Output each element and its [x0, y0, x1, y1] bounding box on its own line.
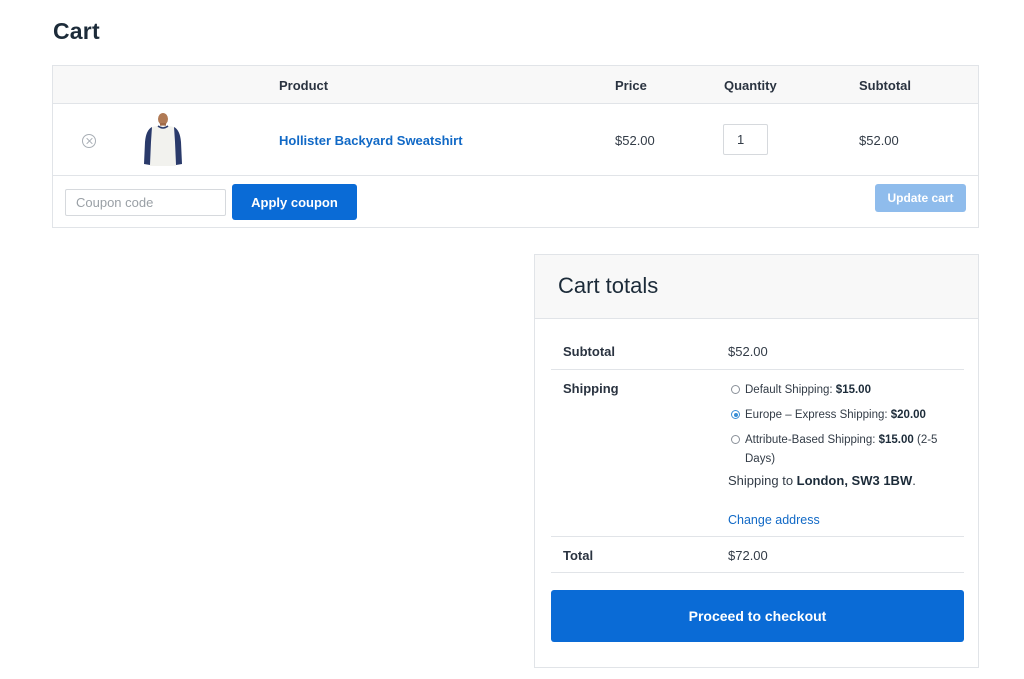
- shipping-location: London, SW3 1BW: [796, 473, 913, 488]
- header-price: Price: [615, 78, 647, 93]
- quantity-input[interactable]: [723, 124, 768, 155]
- update-cart-button[interactable]: Update cart: [875, 184, 966, 212]
- shipping-option-europe-express[interactable]: Europe – Express Shipping: $20.00: [731, 406, 926, 425]
- shipping-option-price: $15.00: [835, 384, 871, 396]
- cart-totals-header: Cart totals: [535, 255, 978, 319]
- cart-actions: Apply coupon Update cart: [53, 176, 978, 228]
- shipping-option-price: $15.00: [878, 434, 914, 446]
- shipping-option-default[interactable]: Default Shipping: $15.00: [731, 381, 871, 400]
- divider: [551, 369, 964, 370]
- divider: [551, 536, 964, 537]
- remove-item-icon[interactable]: [82, 134, 96, 148]
- change-address-link[interactable]: Change address: [728, 513, 820, 527]
- shipping-option-attribute-based[interactable]: Attribute-Based Shipping: $15.00 (2-5 Da…: [731, 431, 941, 469]
- product-price: $52.00: [615, 133, 655, 148]
- radio-default-shipping[interactable]: [731, 385, 740, 394]
- cart-table: Product Price Quantity Subtotal Holliste…: [52, 65, 979, 228]
- coupon-code-input[interactable]: [65, 189, 226, 216]
- cart-totals-panel: Cart totals Subtotal $52.00 Shipping Def…: [534, 254, 979, 668]
- product-link[interactable]: Hollister Backyard Sweatshirt: [279, 133, 463, 148]
- radio-attribute-based-shipping[interactable]: [731, 435, 740, 444]
- apply-coupon-button[interactable]: Apply coupon: [232, 184, 357, 220]
- shipping-label: Shipping: [563, 381, 619, 396]
- shipping-option-label: Default Shipping:: [745, 384, 836, 396]
- shipping-option-label: Attribute-Based Shipping:: [745, 434, 879, 446]
- shipping-destination: Shipping to London, SW3 1BW.: [728, 473, 916, 488]
- header-product: Product: [279, 78, 329, 93]
- shipping-option-price: $20.00: [890, 409, 926, 421]
- header-subtotal: Subtotal: [859, 78, 911, 93]
- shipping-to-suffix: .: [912, 473, 916, 488]
- divider: [551, 572, 964, 573]
- shipping-option-label: Europe – Express Shipping:: [745, 409, 891, 421]
- subtotal-value: $52.00: [728, 344, 768, 359]
- proceed-to-checkout-button[interactable]: Proceed to checkout: [551, 590, 964, 642]
- radio-europe-express-shipping[interactable]: [731, 410, 740, 419]
- total-label: Total: [563, 548, 594, 563]
- page-title: Cart: [53, 18, 100, 44]
- header-quantity: Quantity: [724, 78, 777, 93]
- total-value: $72.00: [728, 548, 768, 563]
- product-subtotal: $52.00: [859, 133, 899, 148]
- cart-item-row: Hollister Backyard Sweatshirt $52.00 $52…: [53, 104, 978, 176]
- product-thumbnail[interactable]: [143, 112, 183, 168]
- shipping-to-prefix: Shipping to: [728, 473, 797, 488]
- cart-totals-title: Cart totals: [558, 273, 659, 298]
- cart-table-header: Product Price Quantity Subtotal: [53, 66, 978, 104]
- subtotal-label: Subtotal: [563, 344, 615, 359]
